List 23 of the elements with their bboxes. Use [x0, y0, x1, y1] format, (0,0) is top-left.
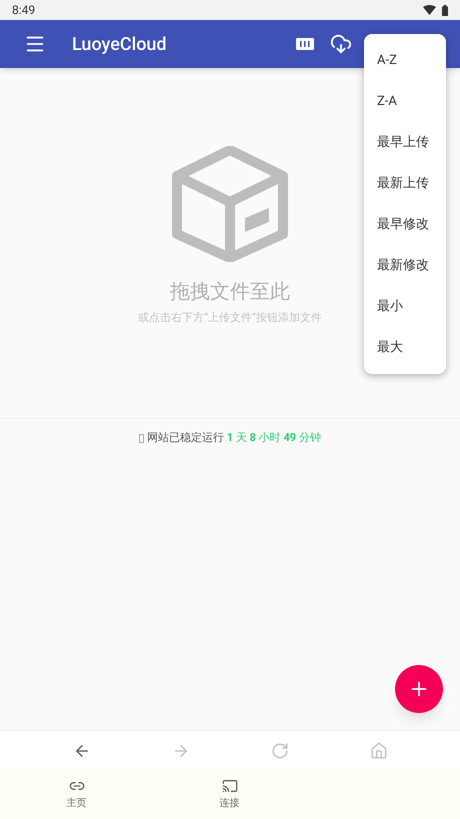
cast-icon: [222, 778, 238, 794]
menu-item[interactable]: Z-A: [364, 81, 446, 122]
status-time: 8:49: [12, 2, 36, 19]
download-button[interactable]: [330, 33, 352, 55]
add-button[interactable]: [395, 665, 443, 713]
menu-item[interactable]: 最新上传: [364, 163, 446, 204]
box-icon: [169, 146, 291, 262]
menu-item[interactable]: 最新修改: [364, 245, 446, 286]
glyph-icon: [139, 434, 144, 443]
empty-title: 拖拽文件至此: [170, 278, 290, 305]
menu-item[interactable]: 最小: [364, 286, 446, 327]
menu-item[interactable]: 最早上传: [364, 122, 446, 163]
empty-hint: 或点击右下方“上传文件”按钮添加文件: [138, 310, 322, 326]
nav-tab[interactable]: 主页: [0, 770, 153, 819]
nav-tab[interactable]: 连接: [153, 770, 306, 819]
storage-button[interactable]: [296, 38, 314, 50]
app-title: LuoyeCloud: [72, 32, 167, 56]
uptime-text: 网站已稳定运行 1 天 8 小时 49 分钟: [147, 430, 321, 446]
menu-item[interactable]: A-Z: [364, 40, 446, 81]
wifi-icon: [423, 5, 436, 15]
battery-icon: [442, 4, 448, 16]
menu-item[interactable]: 最早修改: [364, 204, 446, 245]
menu-item[interactable]: 最大: [364, 327, 446, 368]
